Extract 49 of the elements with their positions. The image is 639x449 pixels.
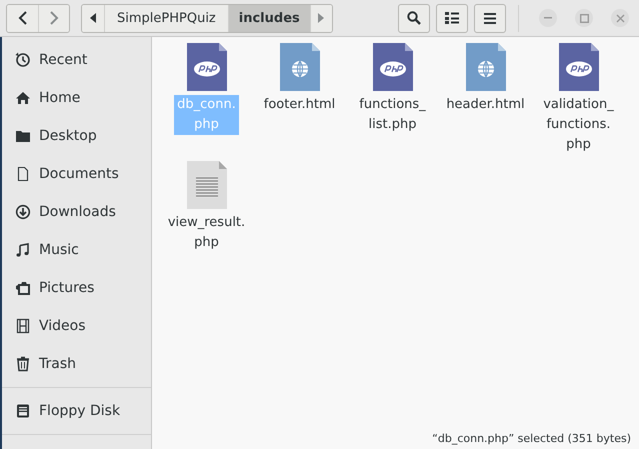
search-button[interactable] bbox=[398, 4, 430, 32]
menu-button[interactable] bbox=[474, 4, 506, 32]
sidebar-item[interactable]: Floppy Disk bbox=[2, 392, 151, 430]
menu-icon bbox=[484, 12, 496, 24]
file-name[interactable]: footer.html bbox=[260, 95, 338, 115]
file-name[interactable]: header.html bbox=[443, 95, 528, 115]
caret-left-icon bbox=[90, 13, 96, 23]
maximize-icon bbox=[580, 14, 588, 22]
status-text: “db_conn.php” selected (351 bytes) bbox=[432, 432, 632, 447]
picture-frame-icon bbox=[15, 280, 31, 296]
scroll-right-button[interactable] bbox=[310, 4, 332, 32]
home-icon bbox=[15, 90, 31, 106]
web-file-icon[interactable] bbox=[280, 43, 320, 91]
sidebar-item[interactable]: Music bbox=[2, 231, 151, 269]
forward-icon bbox=[49, 11, 59, 25]
sidebar-item[interactable]: Recent bbox=[2, 41, 151, 79]
sidebar-item[interactable]: Trash bbox=[2, 345, 151, 383]
sidebar-item[interactable]: Desktop bbox=[2, 117, 151, 155]
search-icon bbox=[407, 11, 421, 25]
sidebar-item[interactable]: Videos bbox=[2, 307, 151, 345]
scroll-left-button[interactable] bbox=[82, 4, 104, 32]
file-name[interactable]: functions_ list.php bbox=[356, 95, 429, 135]
php-file-icon[interactable] bbox=[372, 43, 412, 91]
clock-icon bbox=[15, 52, 31, 68]
trash-icon bbox=[15, 356, 31, 372]
film-strip-icon bbox=[15, 318, 31, 334]
path-segment-button[interactable]: includes bbox=[228, 4, 310, 32]
php-file-icon[interactable] bbox=[186, 43, 226, 91]
list-view-icon bbox=[445, 12, 459, 24]
document-icon bbox=[15, 166, 31, 182]
php-file-icon[interactable] bbox=[558, 43, 598, 91]
view-toggle-button[interactable] bbox=[436, 4, 468, 32]
sidebar-item[interactable]: Home bbox=[2, 79, 151, 117]
back-icon bbox=[18, 11, 28, 25]
file-name[interactable]: validation_ functions. php bbox=[540, 95, 617, 155]
web-file-icon[interactable] bbox=[466, 43, 506, 91]
folder-icon bbox=[15, 128, 31, 144]
music-note-icon bbox=[15, 242, 31, 258]
path-segment-button[interactable]: SimplePHPQuiz bbox=[104, 4, 228, 32]
back-button[interactable] bbox=[7, 4, 38, 32]
download-icon bbox=[15, 204, 31, 220]
sidebar-item[interactable]: Downloads bbox=[2, 193, 151, 231]
close-icon bbox=[616, 14, 624, 22]
sidebar-item[interactable]: Documents bbox=[2, 155, 151, 193]
file-name[interactable]: view_result. php bbox=[164, 213, 248, 253]
sidebar-item[interactable]: Pictures bbox=[2, 269, 151, 307]
caret-right-icon bbox=[318, 13, 324, 23]
text-file-icon[interactable] bbox=[186, 161, 226, 209]
minimize-icon bbox=[544, 17, 552, 19]
